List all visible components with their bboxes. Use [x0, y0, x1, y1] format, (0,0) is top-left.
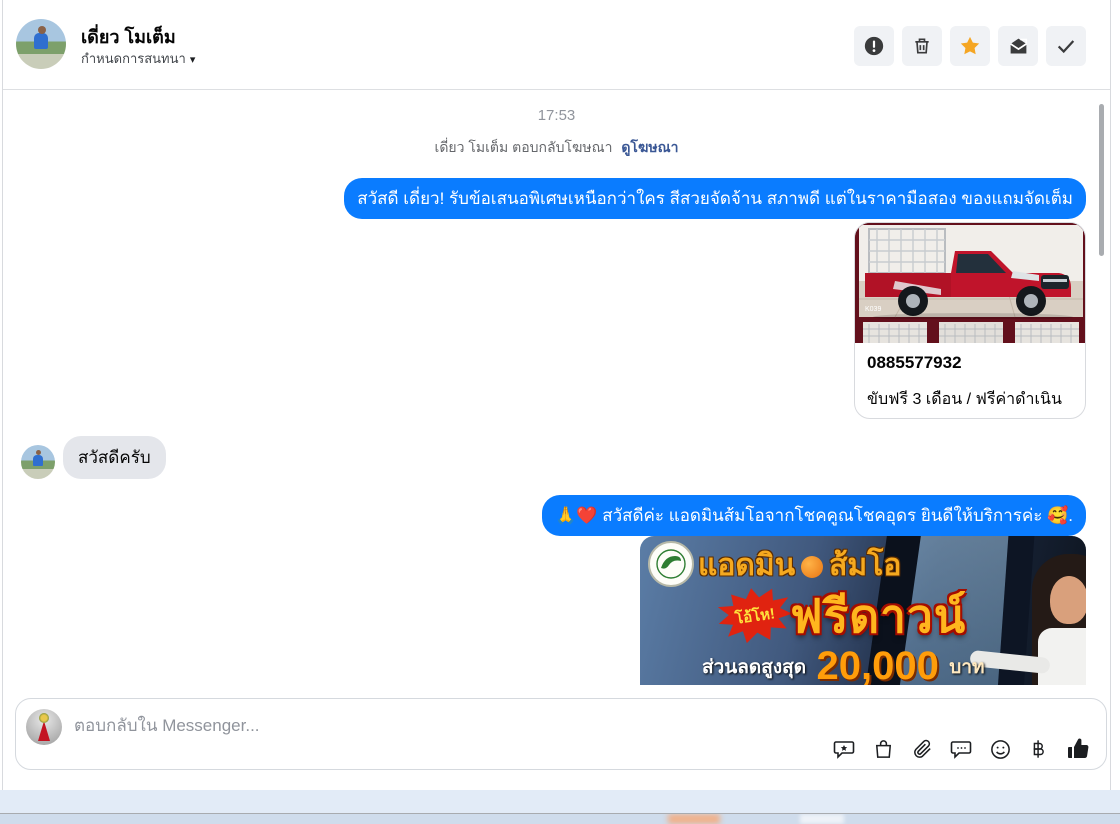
- card-phone-number: 0885577932: [867, 353, 962, 372]
- messenger-inbox-window: เดี่ยว โมเต็ม กำหนดการสนทนา ▾ 17:53 เดี่…: [0, 0, 1120, 824]
- mark-unread-icon: [1009, 38, 1027, 53]
- svg-text:K039: K039: [865, 306, 881, 313]
- delete-button[interactable]: [902, 26, 942, 66]
- product-bag-icon: [875, 739, 891, 758]
- emoji-button[interactable]: [988, 737, 1012, 761]
- background-blob: [800, 814, 844, 824]
- schedule-label: กำหนดการสนทนา: [81, 51, 186, 66]
- avatar-figure: [33, 455, 43, 466]
- report-icon: [864, 36, 884, 56]
- ad-admin-name: ส้มโอ: [829, 549, 902, 582]
- reply-box[interactable]: [15, 698, 1107, 770]
- ad-admin-label: แอดมิน: [698, 549, 796, 582]
- star-icon: [960, 36, 980, 55]
- conversation-header: เดี่ยว โมเต็ม กำหนดการสนทนา ▾: [3, 0, 1110, 90]
- like-icon: [1068, 738, 1089, 759]
- ad-context-line: เดี่ยว โมเต็ม ตอบกลับโฆษณา ดูโฆษณา: [3, 137, 1110, 159]
- incoming-message-row: สวัสดีครับ: [21, 436, 166, 479]
- ad-context-text: เดี่ยว โมเต็ม ตอบกลับโฆษณา: [434, 139, 613, 155]
- emoji-icon: [990, 739, 1010, 759]
- avatar-figure-head: [38, 26, 46, 34]
- header-action-bar: [854, 26, 1086, 66]
- check-icon: [1057, 40, 1075, 54]
- presenter-face: [1050, 576, 1086, 624]
- comment-icon: [950, 741, 972, 759]
- ad-installment-line: ผ่อนนาน 84 เดือน: [788, 682, 943, 685]
- comment-button[interactable]: [949, 737, 973, 761]
- product-button[interactable]: [871, 737, 895, 761]
- ad-discount-amount: 20,000: [816, 644, 939, 685]
- page-logo-medal: [39, 713, 49, 723]
- ad-burst-text: โอ้โห!: [734, 605, 777, 628]
- payment-baht-icon: [1033, 740, 1044, 758]
- chevron-down-icon: ▾: [189, 54, 196, 66]
- background-strip: [0, 790, 1120, 813]
- attachment-button[interactable]: [910, 737, 934, 761]
- ad-discount-line: ส่วนลดสูงสุด 20,000 บาท: [702, 644, 985, 685]
- message-thread[interactable]: 17:53 เดี่ยว โมเต็ม ตอบกลับโฆษณา ดูโฆษณา…: [3, 90, 1110, 690]
- background-blob: [668, 814, 720, 824]
- ad-discount-prefix: ส่วนลดสูงสุด: [702, 657, 807, 678]
- outgoing-message-bubble[interactable]: สวัสดี เดี่ยว! รับข้อเสนอพิเศษเหนือกว่าใ…: [344, 178, 1086, 219]
- trash-icon: [915, 38, 929, 54]
- follow-up-button[interactable]: [950, 26, 990, 66]
- reply-input[interactable]: [74, 711, 674, 741]
- dealer-logo: [648, 541, 694, 587]
- schedule-conversation-dropdown[interactable]: กำหนดการสนทนา ▾: [81, 48, 195, 69]
- avatar-figure: [34, 33, 48, 49]
- presenter-shirt: [1038, 628, 1086, 685]
- payment-button[interactable]: [1027, 737, 1051, 761]
- background-strip-lower: [0, 814, 1120, 824]
- contact-avatar-small[interactable]: [21, 445, 55, 479]
- orange-fruit-icon: [801, 556, 824, 579]
- contact-name: เดี่ยว โมเต็ม: [81, 27, 176, 47]
- page-logo-ribbon: [38, 721, 50, 741]
- attachment-icon: [913, 739, 931, 758]
- avatar-figure-head: [36, 450, 41, 455]
- outgoing-message-bubble[interactable]: 🙏❤️ สวัสดีค่ะ แอดมินส้มโอจากโชคคูณโชคอุด…: [542, 495, 1086, 536]
- card-caption: ขับฟรี 3 เดือน / ฟรีค่าดำเนินการ: [867, 391, 1062, 418]
- truck-photo: K039: [855, 223, 1085, 343]
- page-avatar: [26, 709, 62, 745]
- conversation-panel: เดี่ยว โมเต็ม กำหนดการสนทนา ▾ 17:53 เดี่…: [2, 0, 1111, 790]
- scrollbar[interactable]: [1099, 104, 1104, 256]
- composer-section: [3, 690, 1110, 790]
- ad-banner-image[interactable]: แอดมิน ส้มโอ โอ้โห! ฟรีดาวน์ ส่วนลดสูงสุด…: [640, 536, 1086, 685]
- contact-avatar[interactable]: [16, 19, 66, 69]
- like-button[interactable]: [1066, 737, 1090, 761]
- ad-attachment-card[interactable]: K039 0885577932 ขับฟรี 3 เดือน / ฟรีค่าด…: [854, 222, 1086, 419]
- mark-done-button[interactable]: [1046, 26, 1086, 66]
- ad-discount-unit: บาท: [949, 657, 985, 678]
- saved-replies-icon: [833, 741, 855, 759]
- composer-toolbar: [832, 737, 1090, 761]
- mark-unread-button[interactable]: [998, 26, 1038, 66]
- timestamp: 17:53: [537, 107, 576, 124]
- view-ad-link[interactable]: ดูโฆษณา: [621, 139, 678, 155]
- saved-replies-button[interactable]: [832, 737, 856, 761]
- ad-headline: ฟรีดาวน์: [790, 590, 967, 642]
- dealer-logo-mark: [656, 549, 686, 579]
- incoming-message-bubble[interactable]: สวัสดีครับ: [63, 436, 166, 479]
- truck-photo-art: K039: [855, 223, 1085, 343]
- report-button[interactable]: [854, 26, 894, 66]
